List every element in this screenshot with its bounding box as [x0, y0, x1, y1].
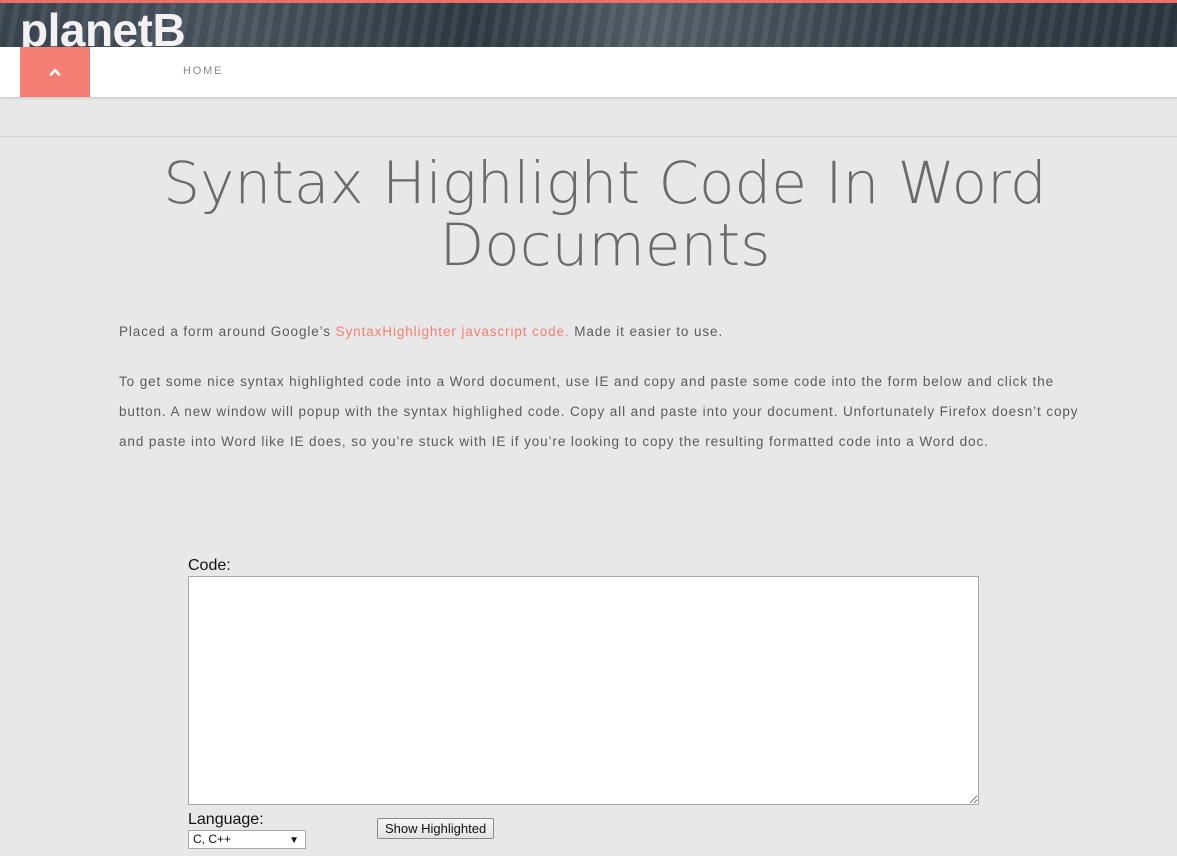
header-banner: planetB	[0, 0, 1177, 47]
code-input[interactable]	[188, 576, 979, 805]
triangle-down-icon: ▼	[289, 835, 299, 846]
intro-paragraph: Placed a form around Google’s SyntaxHigh…	[119, 317, 1079, 347]
show-highlighted-button[interactable]: Show Highlighted	[377, 818, 495, 839]
site-title[interactable]: planetB	[20, 5, 186, 47]
page-title: Syntax Highlight Code In Word Documents	[163, 149, 1047, 279]
intro-text-before: Placed a form around Google’s	[119, 324, 336, 339]
nav-home-link[interactable]: HOME	[183, 65, 223, 77]
nav-bar: HOME	[0, 47, 1177, 98]
code-label: Code:	[188, 557, 231, 574]
language-label: Language:	[188, 811, 264, 828]
intro-text-after: Made it easier to use.	[569, 324, 724, 339]
chevron-up-icon	[49, 68, 61, 76]
syntaxhighlighter-link[interactable]: SyntaxHighlighter javascript code.	[336, 324, 570, 339]
language-select[interactable]: C, C++ ▼	[188, 830, 306, 849]
language-selected-value: C, C++	[193, 832, 232, 846]
nav-toggle-button[interactable]	[20, 47, 90, 97]
section-divider	[0, 136, 1177, 137]
instructions-paragraph: To get some nice syntax highlighted code…	[119, 374, 1079, 449]
